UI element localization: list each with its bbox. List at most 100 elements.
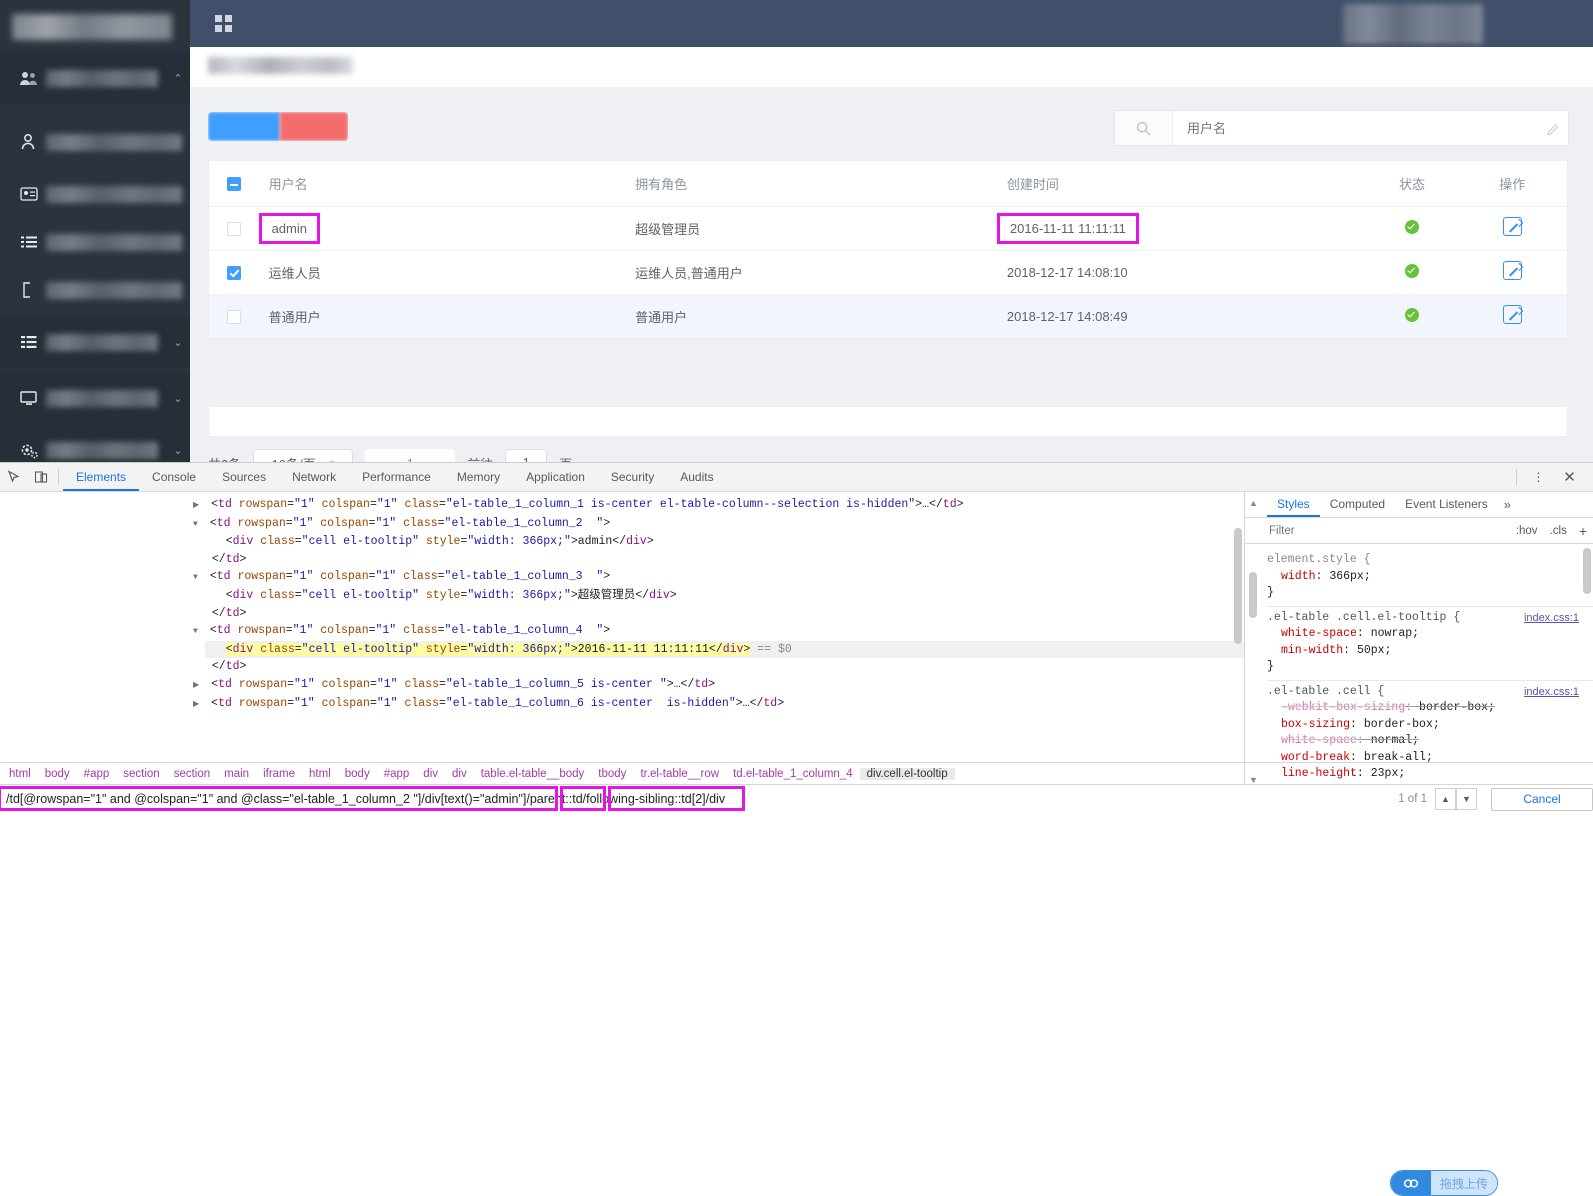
rule-prop[interactable]: min-width: [1281, 644, 1343, 657]
breadcrumb-item-4[interactable]: section: [167, 768, 217, 780]
dom-line-9[interactable]: </td>: [205, 658, 1244, 676]
breadcrumb-item-11[interactable]: div: [445, 768, 474, 780]
goto-page-input[interactable]: 1: [505, 449, 548, 462]
new-rule-button[interactable]: +: [1573, 523, 1593, 539]
dom-line-11[interactable]: ▶ <td rowspan="1" colspan="1" class="el-t…: [193, 695, 1244, 714]
breadcrumb-item-7[interactable]: html: [302, 768, 338, 780]
dom-line-3[interactable]: </td>: [205, 551, 1244, 569]
sidebar-item-6[interactable]: ⌄: [0, 372, 190, 424]
rule-value[interactable]: normal;: [1371, 734, 1419, 747]
tab-audits[interactable]: Audits: [667, 463, 726, 491]
tab-computed[interactable]: Computed: [1320, 492, 1395, 517]
search-icon[interactable]: [1115, 111, 1173, 145]
tab-elements[interactable]: Elements: [63, 463, 139, 491]
breadcrumb-item-2[interactable]: #app: [77, 768, 117, 780]
dom-line-2[interactable]: <div class="cell el-tooltip" style="widt…: [205, 533, 1244, 551]
column-header-username[interactable]: 用户名: [258, 161, 626, 207]
sidebar-item-3[interactable]: [0, 216, 190, 268]
sidebar-item-2[interactable]: [0, 168, 190, 220]
breadcrumb-item-15[interactable]: td.el-table_1_column_4: [726, 768, 860, 780]
row-checkbox-cell-1[interactable]: [209, 250, 259, 295]
breadcrumb-item-13[interactable]: tbody: [591, 768, 633, 780]
avatar[interactable]: [1343, 4, 1483, 44]
row-checkbox[interactable]: [226, 309, 241, 324]
dom-tree-pane[interactable]: ▶ <td rowspan="1" colspan="1" class="el-t…: [0, 492, 1245, 791]
page-size-select[interactable]: 10条/页 ▾: [253, 449, 354, 462]
rule-prop[interactable]: white-space: [1281, 627, 1357, 640]
dom-line-4[interactable]: ▼ <td rowspan="1" colspan="1" class="el-t…: [193, 568, 1244, 587]
sidebar-item-5[interactable]: ⌄: [0, 316, 190, 368]
rule-prop[interactable]: -webkit-box-sizing: [1281, 701, 1405, 714]
breadcrumb-item-14[interactable]: tr.el-table__row: [633, 768, 726, 780]
cell-action-1[interactable]: [1457, 250, 1567, 295]
inspect-element-icon[interactable]: [0, 464, 27, 491]
table-row[interactable]: 运维人员 运维人员,普通用户 2018-12-17 14:08:10: [209, 250, 1567, 295]
column-header-roles[interactable]: 拥有角色: [625, 161, 997, 207]
select-all-checkbox[interactable]: [226, 177, 241, 192]
column-header-created[interactable]: 创建时间: [996, 161, 1367, 207]
breadcrumb-item-8[interactable]: body: [338, 768, 377, 780]
row-checkbox-cell-2[interactable]: [209, 294, 259, 339]
dom-scrollbar[interactable]: [1234, 528, 1242, 644]
rule-value[interactable]: nowrap;: [1371, 627, 1419, 640]
edit-icon[interactable]: [1502, 305, 1522, 324]
sidebar-item-7[interactable]: ⌄: [0, 424, 190, 462]
chevron-up-icon[interactable]: ▲: [1435, 788, 1456, 810]
sidebar-item-0[interactable]: ⌃: [0, 52, 190, 104]
breadcrumb-item-0[interactable]: html: [2, 768, 38, 780]
grid-apps-icon[interactable]: [215, 15, 233, 33]
table-row[interactable]: admin 超级管理员 2016-11-11 11:11:11: [209, 206, 1567, 251]
tab-console[interactable]: Console: [139, 463, 209, 491]
breadcrumb-item-16[interactable]: div.cell.el-tooltip: [859, 767, 955, 780]
dom-line-1[interactable]: ▼ <td rowspan="1" colspan="1" class="el-t…: [193, 515, 1244, 534]
search-input[interactable]: [1173, 111, 1538, 145]
dom-line-7[interactable]: ▼ <td rowspan="1" colspan="1" class="el-t…: [193, 622, 1244, 641]
tab-sources[interactable]: Sources: [209, 463, 279, 491]
collapse-arrow-icon[interactable]: ▼: [193, 573, 198, 582]
breadcrumb-item-12[interactable]: table.el-table__body: [474, 768, 592, 780]
tab-application[interactable]: Application: [513, 463, 598, 491]
rule-value[interactable]: border-box;: [1419, 701, 1495, 714]
breadcrumb-item-3[interactable]: section: [116, 768, 166, 780]
row-checkbox[interactable]: [226, 265, 241, 280]
expand-arrow-icon[interactable]: ▶: [193, 501, 199, 510]
danger-action-button[interactable]: [280, 112, 348, 141]
drag-upload-widget[interactable]: 拖拽上传: [1390, 1170, 1498, 1196]
dom-line-selected[interactable]: <div class="cell el-tooltip" style="widt…: [205, 640, 1244, 659]
sidebar-item-1[interactable]: [0, 116, 190, 168]
expand-arrow-icon[interactable]: ▶: [193, 700, 199, 709]
rule-value[interactable]: 50px;: [1357, 644, 1392, 657]
row-checkbox-cell-0[interactable]: [209, 206, 259, 251]
breadcrumb-item-9[interactable]: #app: [377, 768, 417, 780]
xpath-search-field[interactable]: /td[@rowspan="1" and @colspan="1" and @c…: [0, 786, 1390, 811]
sidebar-item-4[interactable]: [0, 264, 190, 316]
styles-scrollbar[interactable]: [1583, 548, 1591, 594]
style-rule-element-style[interactable]: element.style { width: 366px; }: [1267, 549, 1593, 607]
tab-event-listeners[interactable]: Event Listeners: [1395, 492, 1498, 517]
expand-arrow-icon[interactable]: ▶: [193, 681, 199, 690]
search-bar[interactable]: [1114, 110, 1569, 146]
dom-line-6[interactable]: </td>: [205, 605, 1244, 623]
rule-value[interactable]: 366px;: [1329, 570, 1370, 583]
tab-styles[interactable]: Styles: [1267, 492, 1320, 517]
device-toolbar-icon[interactable]: [27, 464, 54, 491]
cell-action-2[interactable]: [1457, 294, 1567, 339]
breadcrumb-item-6[interactable]: iframe: [256, 768, 302, 780]
dom-line-0[interactable]: ▶ <td rowspan="1" colspan="1" class="el-t…: [193, 496, 1244, 515]
tab-performance[interactable]: Performance: [349, 463, 444, 491]
row-checkbox[interactable]: [226, 221, 241, 236]
rule-source-link[interactable]: index.css:1: [1524, 610, 1579, 627]
styles-filter-input[interactable]: [1267, 523, 1510, 538]
tab-memory[interactable]: Memory: [444, 463, 513, 491]
dom-line-5[interactable]: <div class="cell el-tooltip" style="widt…: [205, 587, 1244, 605]
more-tabs-icon[interactable]: »: [1498, 497, 1511, 512]
breadcrumb-item-10[interactable]: div: [416, 768, 445, 780]
rule-prop[interactable]: white-space: [1281, 734, 1357, 747]
cancel-button[interactable]: Cancel: [1491, 787, 1593, 811]
table-row[interactable]: 普通用户 普通用户 2018-12-17 14:08:49: [209, 294, 1567, 339]
rule-prop[interactable]: box-sizing: [1281, 718, 1350, 731]
collapse-arrow-icon[interactable]: ▼: [193, 520, 198, 529]
breadcrumb-item-5[interactable]: main: [217, 768, 256, 780]
style-rule-cell-tooltip[interactable]: .el-table .cell.el-tooltip { index.css:1…: [1267, 607, 1593, 681]
rule-value[interactable]: border-box;: [1364, 718, 1440, 731]
